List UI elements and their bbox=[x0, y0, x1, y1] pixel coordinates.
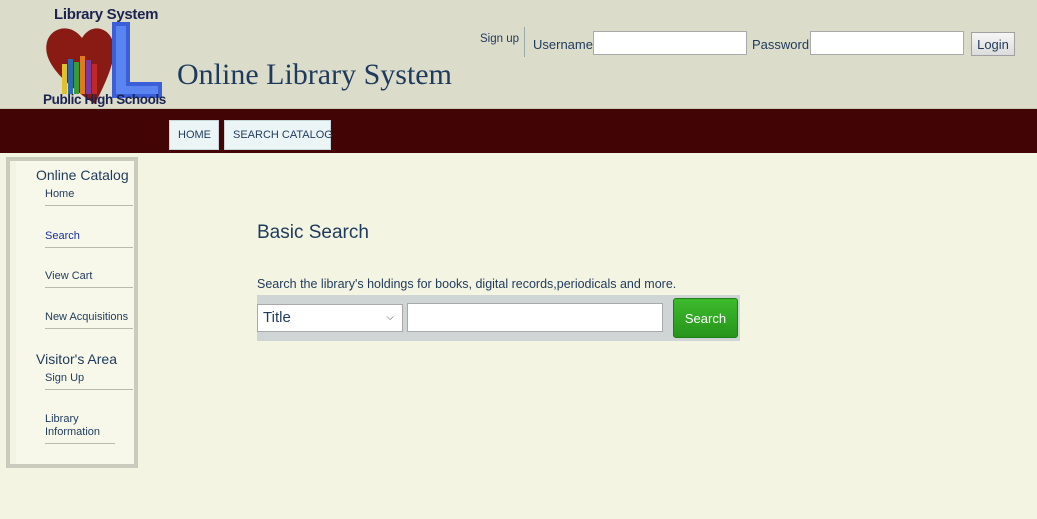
search-field-select[interactable]: Title ⌵ bbox=[257, 304, 403, 332]
search-description: Search the library's holdings for books,… bbox=[257, 277, 677, 291]
chevron-down-icon: ⌵ bbox=[386, 312, 394, 323]
nav-home[interactable]: HOME bbox=[169, 120, 219, 150]
logo-bottom-text: Public High Schools bbox=[43, 92, 166, 107]
site-header: Library System Public High Schools Onlin… bbox=[0, 0, 1037, 109]
sidebar-section-visitors-area: Visitor's Area bbox=[36, 351, 118, 367]
search-field-selected: Title bbox=[263, 309, 291, 326]
sidebar-item-library-information[interactable]: Library Information bbox=[45, 413, 115, 444]
password-label: Password bbox=[752, 37, 810, 52]
sidebar-item-home[interactable]: Home bbox=[45, 188, 133, 206]
search-button[interactable]: Search bbox=[673, 298, 738, 338]
page-title: Basic Search bbox=[257, 222, 369, 243]
nav-search-catalog[interactable]: SEARCH CATALOG bbox=[224, 120, 333, 150]
password-input[interactable] bbox=[810, 31, 964, 55]
sidebar-section-online-catalog: Online Catalog bbox=[36, 167, 129, 183]
sidebar-item-new-acquisitions[interactable]: New Acquisitions bbox=[45, 311, 133, 329]
signup-link[interactable]: Sign up bbox=[480, 33, 519, 59]
main-navbar: HOME SEARCH CATALOG bbox=[0, 109, 1037, 153]
sidebar-item-sign-up[interactable]: Sign Up bbox=[45, 372, 133, 390]
site-title: Online Library System bbox=[177, 58, 452, 91]
auth-divider bbox=[524, 27, 525, 57]
login-button[interactable]: Login bbox=[971, 32, 1015, 56]
search-input[interactable] bbox=[407, 303, 663, 332]
library-logo[interactable]: Library System Public High Schools bbox=[40, 4, 175, 107]
sidebar-item-search[interactable]: Search bbox=[45, 230, 133, 248]
search-bar: Title ⌵ Search bbox=[257, 295, 740, 341]
username-label: Username bbox=[533, 37, 593, 52]
sidebar-item-view-cart[interactable]: View Cart bbox=[45, 270, 133, 288]
logo-top-text: Library System bbox=[54, 6, 159, 23]
username-input[interactable] bbox=[593, 31, 747, 55]
